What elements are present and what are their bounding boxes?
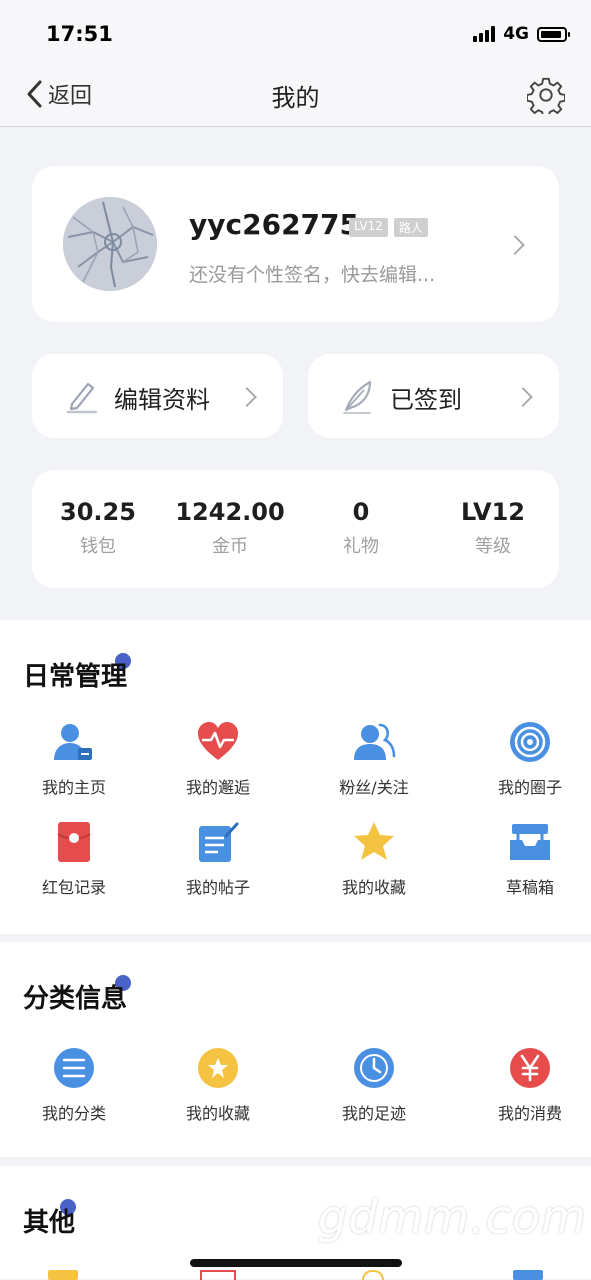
grid-label: 我的主页 [41, 778, 106, 797]
fans-icon [354, 723, 396, 760]
grid-item-red-envelope[interactable]: 红包记录 [0, 820, 148, 898]
star-icon [354, 822, 394, 860]
badge-group: LV12 路人 [349, 218, 428, 237]
user-home-icon [54, 724, 92, 760]
grid-label: 我的邂逅 [185, 778, 250, 797]
grid-item-spending[interactable]: 我的消费 [456, 1046, 591, 1124]
stat-label: 金币 [212, 536, 248, 557]
stat-value: LV12 [461, 498, 525, 526]
star-box-icon [198, 1048, 238, 1088]
stat-wallet[interactable]: 30.25 钱包 [32, 498, 164, 558]
grid-item-favorites[interactable]: 我的收藏 [300, 820, 448, 898]
profile-card[interactable]: yyc262775 LV12 路人 还没有个性签名，快去编辑... [32, 166, 559, 322]
stat-level[interactable]: LV12 等级 [427, 498, 559, 558]
grid-label: 粉丝/关注 [339, 778, 409, 797]
heart-pulse-icon [198, 722, 238, 760]
category-section: 分类信息 我的分类 我的收藏 我的足迹 我的消费 [0, 942, 591, 1157]
grid-label: 我的足迹 [341, 1104, 406, 1123]
section-title: 日常管理 [23, 662, 128, 692]
chevron-right-icon [513, 387, 533, 407]
post-icon [199, 822, 239, 862]
grid-label: 我的收藏 [341, 878, 406, 897]
gear-icon[interactable] [527, 76, 565, 114]
signature-text: 还没有个性签名，快去编辑... [189, 264, 436, 286]
grid-label: 我的收藏 [185, 1104, 250, 1123]
stat-value: 30.25 [60, 498, 136, 526]
chevron-right-icon [505, 235, 525, 255]
nav-bar: 返回 我的 [0, 64, 591, 127]
status-time: 17:51 [46, 22, 113, 46]
stat-value: 0 [352, 498, 370, 526]
grid-item-drafts[interactable]: 草稿箱 [456, 820, 591, 898]
red-envelope-icon [57, 822, 91, 862]
home-indicator[interactable] [190, 1259, 402, 1267]
avatar-map-image [63, 197, 157, 291]
feather-icon [343, 380, 372, 414]
stat-label: 钱包 [80, 536, 116, 557]
drafts-icon [510, 824, 550, 860]
status-bar: 17:51 4G [0, 0, 591, 64]
stat-label: 礼物 [343, 536, 379, 557]
grid-label: 我的消费 [497, 1104, 562, 1123]
edit-profile-label: 编辑资料 [114, 386, 210, 414]
stat-value: 1242.00 [175, 498, 285, 526]
section-title: 分类信息 [23, 984, 128, 1014]
grid-item-fans[interactable]: 粉丝/关注 [300, 720, 448, 798]
level-badge: LV12 [349, 218, 388, 237]
status-indicators: 4G [473, 24, 570, 44]
daily-section: 日常管理 我的主页 我的邂逅 粉丝/关注 我的圈子 红包记录 我的帖子 我的收藏… [0, 620, 591, 934]
grid-item-my-favorites[interactable]: 我的收藏 [144, 1046, 292, 1124]
grid-item-my-category[interactable]: 我的分类 [0, 1046, 148, 1124]
grid-label: 我的分类 [41, 1104, 106, 1123]
grid-label: 草稿箱 [505, 878, 554, 897]
grid-label: 红包记录 [41, 878, 106, 897]
avatar[interactable] [63, 197, 157, 291]
list-icon [54, 1048, 94, 1088]
stat-label: 等级 [475, 536, 511, 557]
yen-icon [510, 1048, 550, 1088]
grid-item-footprints[interactable]: 我的足迹 [300, 1046, 448, 1124]
page-title: 我的 [271, 84, 320, 112]
pencil-icon [66, 382, 98, 414]
edit-profile-button[interactable]: 编辑资料 [32, 354, 283, 438]
stats-card: 30.25 钱包 1242.00 金币 0 礼物 LV12 等级 [32, 470, 559, 588]
grid-item-encounter[interactable]: 我的邂逅 [144, 720, 292, 798]
grid-item-posts[interactable]: 我的帖子 [144, 820, 292, 898]
grid-label: 我的圈子 [497, 778, 562, 797]
stat-gifts[interactable]: 0 礼物 [295, 498, 427, 558]
watermark-text: gdmm.com [318, 1190, 587, 1244]
role-badge: 路人 [393, 218, 428, 237]
signal-icon [473, 26, 496, 42]
battery-icon [537, 26, 570, 42]
signin-label: 已签到 [390, 386, 462, 414]
grid-label: 我的帖子 [185, 878, 250, 897]
section-title: 其他 [23, 1208, 76, 1238]
grid-item-circle[interactable]: 我的圈子 [456, 720, 591, 798]
network-label: 4G [503, 24, 529, 44]
clock-icon [354, 1048, 394, 1088]
stat-coins[interactable]: 1242.00 金币 [164, 498, 296, 558]
username: yyc262775 [189, 208, 359, 241]
circle-icon [510, 722, 550, 762]
grid-item-homepage[interactable]: 我的主页 [0, 720, 148, 798]
signin-button[interactable]: 已签到 [308, 354, 559, 438]
chevron-right-icon [237, 387, 257, 407]
